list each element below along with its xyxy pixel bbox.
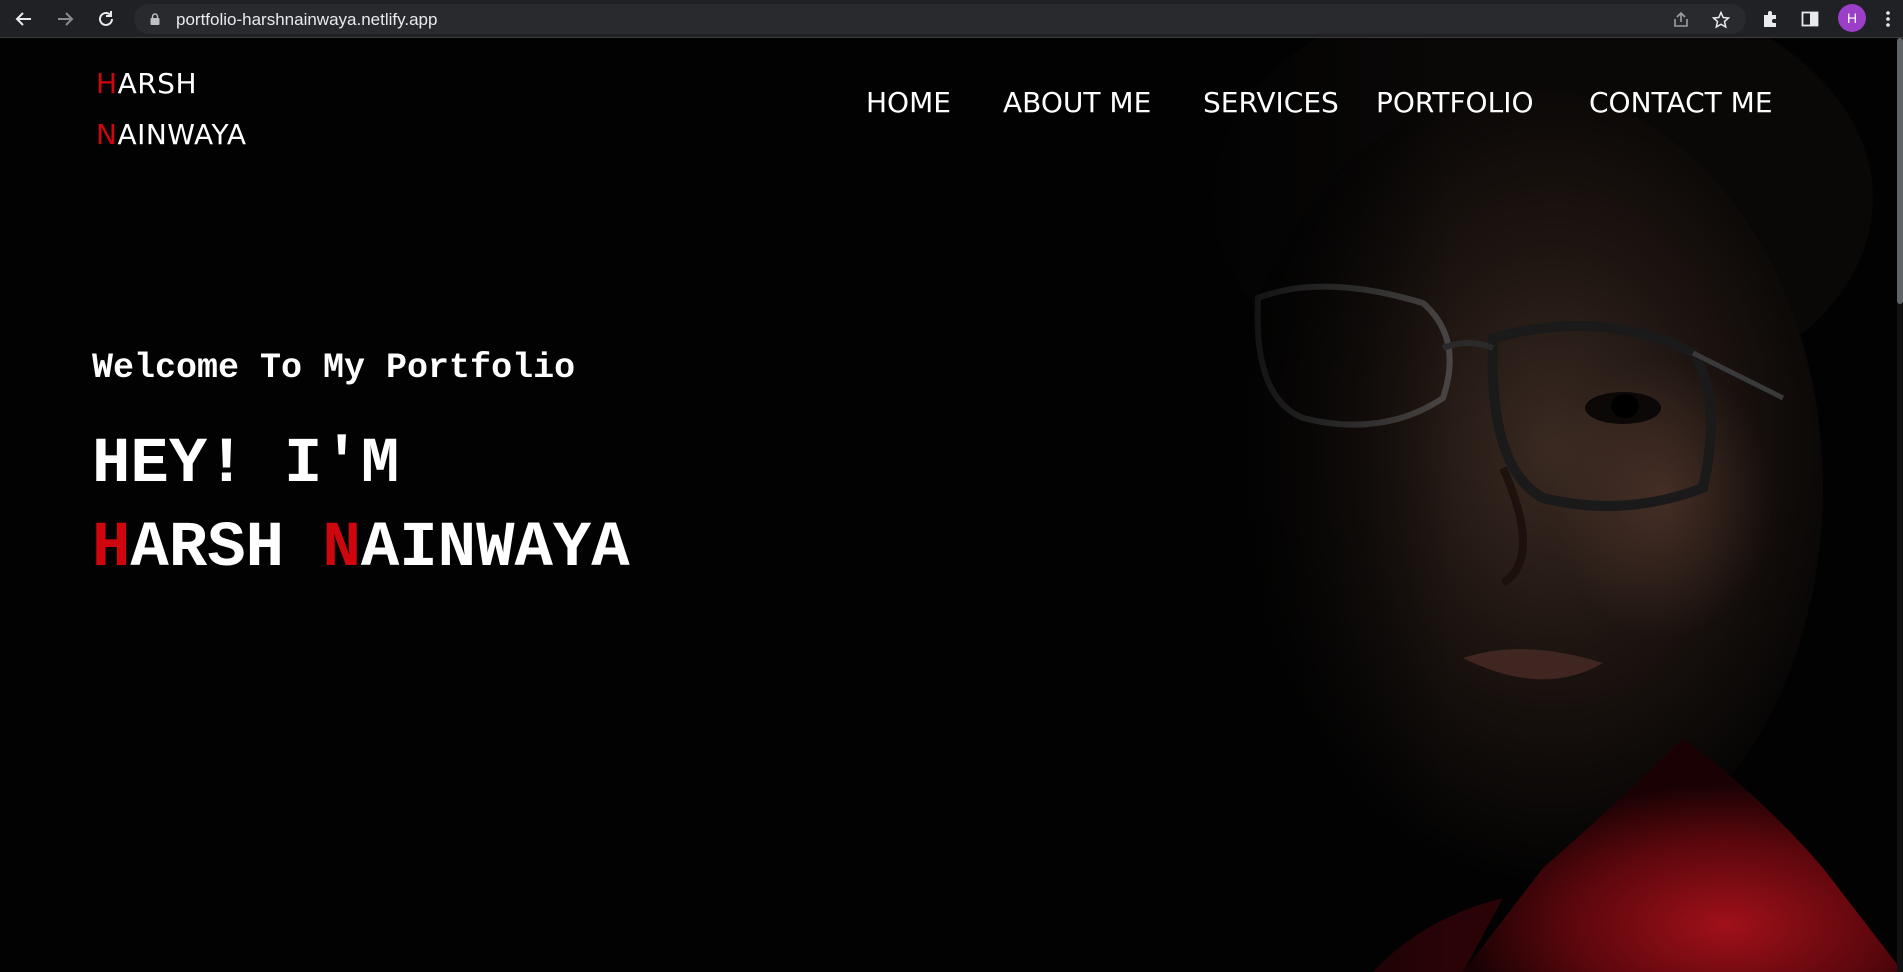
web-page: HARSH NAINWAYA HOME ABOUT ME SERVICES PO… [0,38,1903,972]
welcome-text: Welcome To My Portfolio [92,348,576,388]
url-text[interactable]: portfolio-harshnainwaya.netlify.app [176,10,437,30]
more-icon[interactable] [1874,5,1902,33]
reload-icon[interactable] [92,5,120,33]
hero-headline: HEY! I'M HARSH NAINWAYA [92,423,630,591]
hero-last-rest: AINWAYA [360,513,630,585]
hero-name: HARSH NAINWAYA [92,507,630,591]
avatar[interactable]: H [1838,4,1866,32]
nav-services[interactable]: SERVICES [1203,86,1339,119]
site-logo[interactable]: HARSH NAINWAYA [96,58,247,160]
extensions-icon[interactable] [1756,5,1784,33]
back-icon[interactable] [10,5,38,33]
hero-greeting: HEY! I'M [92,429,400,501]
logo-first-initial: H [96,67,118,100]
bookmark-star-icon[interactable] [1710,9,1732,31]
browser-toolbar: portfolio-harshnainwaya.netlify.app H [0,0,1903,38]
scrollbar-thumb[interactable] [1897,38,1903,304]
nav-home[interactable]: HOME [866,86,951,119]
share-icon[interactable] [1670,9,1692,31]
nav-contact-me[interactable]: CONTACT ME [1589,86,1773,119]
logo-last-name: NAINWAYA [96,109,247,160]
hero-first-initial: H [92,513,131,585]
logo-last-rest: AINWAYA [117,118,247,151]
logo-first-rest: ARSH [117,67,197,100]
address-bar[interactable]: portfolio-harshnainwaya.netlify.app [134,4,1746,34]
hero-last-initial: N [322,513,361,585]
nav-portfolio[interactable]: PORTFOLIO [1376,86,1534,119]
lock-icon[interactable] [150,13,160,25]
forward-icon[interactable] [51,5,79,33]
nav-about-me[interactable]: ABOUT ME [1003,86,1151,119]
side-panel-icon[interactable] [1796,5,1824,33]
logo-first-name: HARSH [96,58,247,109]
hero-first-rest: ARSH [130,513,285,585]
logo-last-initial: N [96,118,118,151]
page-scrollbar[interactable] [1897,38,1903,972]
hero-portrait-image [903,38,1903,972]
